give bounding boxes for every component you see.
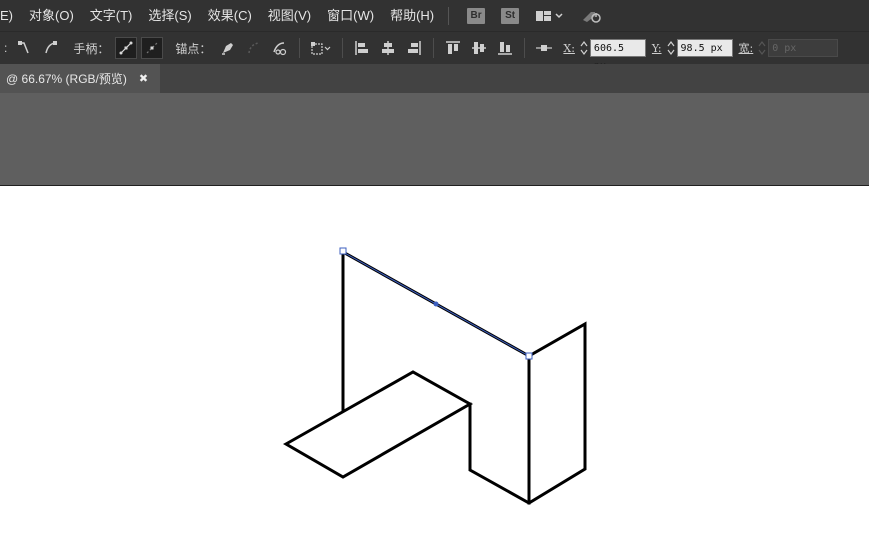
base-step-outline (468, 321, 587, 505)
selected-path[interactable] (339, 247, 533, 360)
isometric-drawing (282, 247, 587, 505)
path-center-point (433, 301, 439, 307)
floor-plank-outline (282, 370, 474, 479)
anchor-point-start[interactable] (339, 247, 347, 255)
anchor-point-end[interactable] (525, 352, 533, 360)
